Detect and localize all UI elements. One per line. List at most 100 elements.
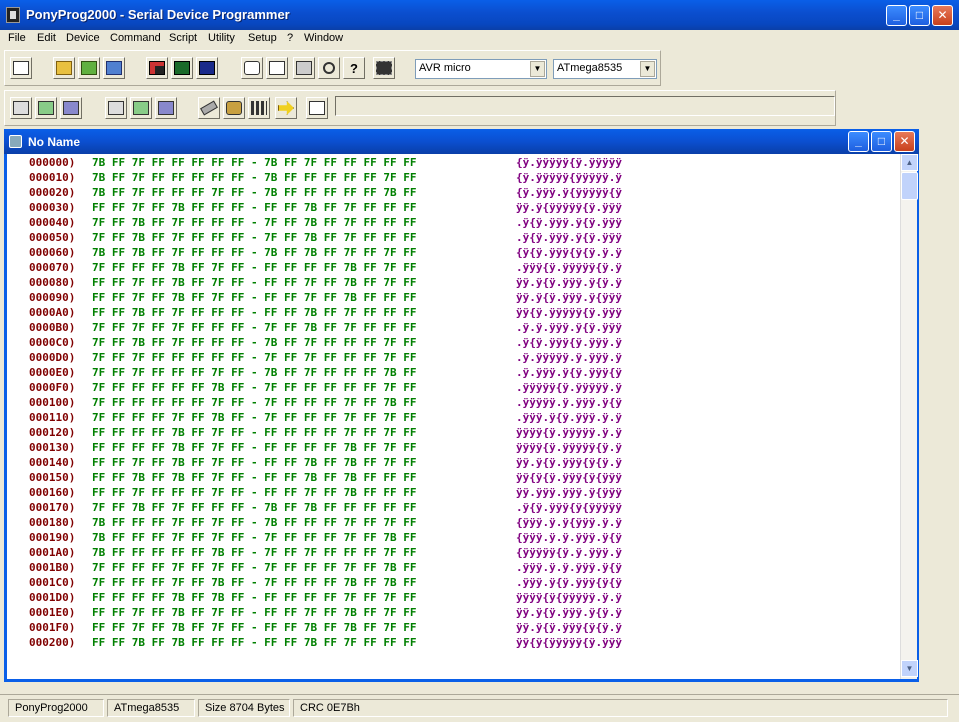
write-program-button[interactable] [130, 97, 152, 119]
help-button[interactable]: ? [343, 57, 365, 79]
security-bits-button[interactable] [223, 97, 245, 119]
new-window-button[interactable] [10, 57, 32, 79]
hex-bytes: 7F FF 7B FF 7F FF FF FF - 7F FF 7B FF 7F… [92, 216, 417, 229]
menu-utility[interactable]: Utility [208, 32, 235, 44]
hex-ascii: {ÿÿÿ.ÿ.ÿ.ÿÿÿ.ÿ{ÿ [516, 531, 622, 544]
hex-address: 0001D0) [29, 591, 76, 604]
scroll-up-button[interactable]: ▲ [901, 154, 918, 171]
save-data-button[interactable] [196, 57, 218, 79]
read-all-icon [13, 101, 29, 115]
hex-address: 0001B0) [29, 561, 76, 574]
hex-ascii: {ÿÿÿ.ÿ.ÿ{ÿÿÿ.ÿ.ÿ [516, 516, 622, 529]
floppy-disk-icon [149, 61, 165, 75]
hex-address: 0001A0) [29, 546, 76, 559]
hex-ascii: ÿÿ{ÿ{ÿ.ÿÿÿ{ÿ{ÿÿÿ [516, 471, 622, 484]
hex-bytes: 7F FF 7B FF 7F FF FF FF - 7F FF 7B FF 7F… [92, 231, 417, 244]
find-button[interactable] [318, 57, 340, 79]
ponyprog-app-icon[interactable] [6, 7, 20, 23]
print-button[interactable] [293, 57, 315, 79]
program-button[interactable] [275, 97, 297, 119]
hex-address: 000020) [29, 186, 76, 199]
hex-bytes: 7F FF FF FF 7F FF 7B FF - 7F FF FF FF 7B… [92, 576, 417, 589]
hex-address: 000000) [29, 156, 76, 169]
hex-address: 000030) [29, 201, 76, 214]
floppy-p-icon [174, 61, 190, 75]
minimize-button[interactable]: _ [886, 5, 907, 26]
open-program-file-button[interactable] [78, 57, 100, 79]
erase-button[interactable] [198, 97, 220, 119]
window-title: PonyProg2000 - Serial Device Programmer [26, 7, 290, 22]
hex-address: 0000B0) [29, 321, 76, 334]
hex-address: 000130) [29, 441, 76, 454]
hex-ascii: ÿÿÿÿ{ÿ.ÿÿÿÿÿ.ÿ.ÿ [516, 426, 622, 439]
save-button[interactable] [146, 57, 168, 79]
edit-buffer-button[interactable] [266, 57, 288, 79]
document-title-bar[interactable]: No Name _ □ ✕ [4, 129, 919, 154]
title-bar[interactable]: PonyProg2000 - Serial Device Programmer … [0, 0, 959, 30]
hex-ascii: {ÿ.ÿÿÿÿÿ{ÿ.ÿÿÿÿÿ [516, 156, 622, 169]
hex-address: 000100) [29, 396, 76, 409]
hex-address: 0000F0) [29, 381, 76, 394]
open-data-file-button[interactable] [103, 57, 125, 79]
config-bits-button[interactable] [248, 97, 270, 119]
printer-icon [296, 61, 312, 75]
hex-bytes: 7F FF 7F FF 7F FF FF FF - 7F FF 7B FF 7F… [92, 321, 417, 334]
document-window: No Name _ □ ✕ 000000) 7B FF 7F FF FF FF F… [4, 129, 919, 682]
menu-help[interactable]: ? [287, 32, 293, 44]
hex-address: 000140) [29, 456, 76, 469]
chevron-down-icon[interactable]: ▼ [640, 61, 655, 77]
menu-file[interactable]: File [8, 32, 26, 44]
hex-bytes: 7B FF FF FF FF FF 7B FF - 7F FF 7F FF FF… [92, 546, 417, 559]
hex-ascii: .ÿ.ÿÿÿÿÿ.ÿ.ÿÿÿ.ÿ [516, 351, 622, 364]
menu-edit[interactable]: Edit [37, 32, 56, 44]
menu-window[interactable]: Window [304, 32, 343, 44]
menu-setup[interactable]: Setup [248, 32, 277, 44]
write-all-icon [108, 101, 124, 115]
menu-command[interactable]: Command [110, 32, 161, 44]
floppy-d-icon [199, 61, 215, 75]
menu-device[interactable]: Device [66, 32, 100, 44]
hex-ascii: .ÿÿÿ.ÿ.ÿ.ÿÿÿ.ÿ{ÿ [516, 561, 622, 574]
scroll-down-button[interactable]: ▼ [901, 660, 918, 677]
scroll-thumb[interactable] [901, 172, 918, 200]
reload-button[interactable] [241, 57, 263, 79]
maximize-button[interactable]: □ [909, 5, 930, 26]
note-field[interactable] [335, 96, 835, 116]
hex-editor-view[interactable]: 000000) 7B FF 7F FF FF FF FF FF - 7B FF 7… [7, 154, 900, 679]
read-all-button[interactable] [10, 97, 32, 119]
hex-bytes: FF FF 7F FF FF FF 7F FF - FF FF 7F FF 7B… [92, 486, 417, 499]
hex-bytes: 7B FF 7F FF FF FF 7F FF - 7B FF FF FF FF… [92, 186, 417, 199]
close-button[interactable]: ✕ [932, 5, 953, 26]
hex-ascii: ÿÿ.ÿ{ÿ.ÿÿÿ{ÿ{ÿ.ÿ [516, 621, 622, 634]
save-program-button[interactable] [171, 57, 193, 79]
device-family-select[interactable]: AVR micro ▼ [415, 59, 547, 79]
device-model-select[interactable]: ATmega8535 ▼ [553, 59, 657, 79]
read-data-button[interactable] [60, 97, 82, 119]
chevron-down-icon[interactable]: ▼ [530, 61, 545, 77]
hex-ascii: .ÿ.ÿÿÿ.ÿ{ÿ.ÿÿÿ{ÿ [516, 366, 622, 379]
read-program-button[interactable] [35, 97, 57, 119]
hex-address: 0001E0) [29, 606, 76, 619]
read-program-icon [38, 101, 54, 115]
document-icon [13, 61, 29, 75]
child-minimize-button[interactable]: _ [848, 131, 869, 152]
vertical-scrollbar[interactable]: ▲ ▼ [900, 154, 918, 679]
menu-script[interactable]: Script [169, 32, 197, 44]
edit-note-button[interactable] [306, 97, 328, 119]
device-model-value: ATmega8535 [557, 62, 623, 74]
hex-ascii: ÿÿ.ÿ{ÿ.ÿÿÿ.ÿ{ÿ.ÿ [516, 606, 622, 619]
write-data-button[interactable] [155, 97, 177, 119]
open-file-button[interactable] [53, 57, 75, 79]
hex-ascii: ÿÿ{ÿ.ÿÿÿÿÿ{ÿ.ÿÿÿ [516, 306, 622, 319]
write-all-button[interactable] [105, 97, 127, 119]
hex-address: 000200) [29, 636, 76, 649]
child-maximize-button[interactable]: □ [871, 131, 892, 152]
document-icon[interactable] [9, 135, 22, 148]
hex-bytes: FF FF 7F FF 7B FF 7F FF - FF FF 7B FF 7B… [92, 621, 417, 634]
hex-address: 0000D0) [29, 351, 76, 364]
child-close-button[interactable]: ✕ [894, 131, 915, 152]
hex-address: 000010) [29, 171, 76, 184]
eraser-icon [200, 100, 218, 116]
hex-address: 0000C0) [29, 336, 76, 349]
device-chip-button[interactable] [373, 57, 395, 79]
